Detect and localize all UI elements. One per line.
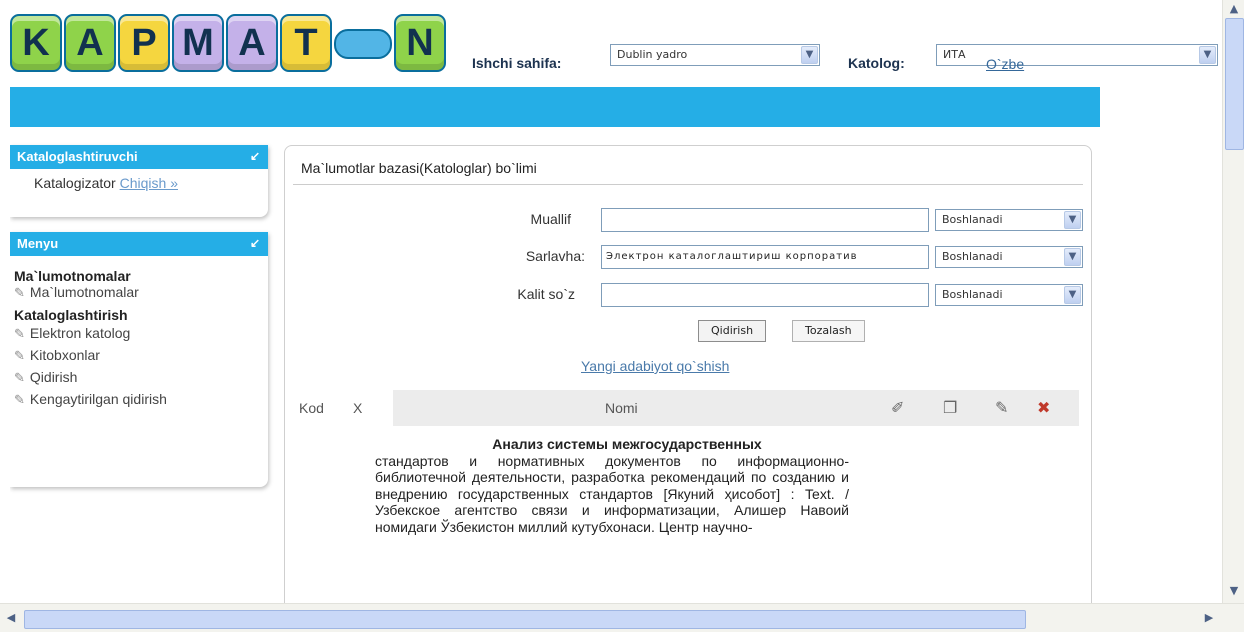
catalog-label: Katolog: [848,55,905,71]
menu-section-heading: Kataloglashtirish [14,307,128,323]
top-nav-bar [10,87,1100,127]
author-label: Muallif [530,211,571,227]
copy-icon[interactable]: ❐ [943,398,957,417]
kapmatn-logo[interactable]: K A P M A T N [10,14,446,74]
title-input[interactable]: Электрон каталоглаштириш корпоратив [601,245,929,269]
col-name-header[interactable]: Nomi [605,400,638,416]
menu-item-label: Elektron katolog [29,325,131,341]
horizontal-scrollbar[interactable]: ◀ ▶ [0,603,1244,632]
collapse-icon[interactable]: ↙ [250,149,260,163]
scroll-up-icon[interactable]: ▲ [1225,0,1243,18]
menu-item-label: Kitobxonlar [29,347,100,363]
logo-letter: M [172,14,224,72]
page-title: Ma`lumotlar bazasi(Katologlar) bo`limi [301,160,537,176]
main-panel: Ma`lumotlar bazasi(Katologlar) bo`limi M… [284,145,1092,603]
books-icon: ✎ [14,285,25,300]
menu-item-advanced-search[interactable]: ✎ Kengaytirilgan qidirish [10,391,268,408]
collapse-icon[interactable]: ↙ [250,236,260,250]
search-button[interactable]: Qidirish [698,320,767,342]
books-icon: ✎ [14,370,25,385]
row-title-text: Анализ системы межгосударственных [492,436,762,452]
menu-item-readers[interactable]: ✎ Kitobxonlar [10,347,268,364]
workspace-label: Ishchi sahifa: [472,55,562,71]
row-title-bold: Анализ системы межгосударственных [375,436,849,453]
chevron-down-icon[interactable]: ▼ [1064,286,1081,304]
logo-letter: A [64,14,116,72]
add-new-literature-link[interactable]: Yangi adabiyot qo`shish [581,358,729,374]
logo-letter: K [10,14,62,72]
vertical-scrollbar[interactable]: ▲ ▼ [1222,0,1244,603]
logo-pill-shape [334,29,392,59]
title-match-select[interactable]: Boshlanadi ▼ [935,246,1083,268]
menu-item-electronic-catalog[interactable]: ✎ Elektron katolog [10,325,268,342]
table-row: Анализ системы межгосударственных станда… [375,436,849,535]
horizontal-scroll-thumb[interactable] [24,610,1026,629]
title-divider [293,184,1083,185]
menu-item-reference[interactable]: ✎ Ma`lumotnomalar [10,284,268,301]
author-match-value: Boshlanadi [942,213,1003,226]
books-icon: ✎ [14,326,25,341]
logo-letter: N [394,14,446,72]
keyword-input[interactable] [601,283,929,307]
logo-letter: P [118,14,170,72]
edit-icon[interactable]: ✎ [995,398,1008,417]
books-icon: ✎ [14,348,25,363]
menu-panel-title: Menyu [17,236,59,251]
author-match-select[interactable]: Boshlanadi ▼ [935,209,1083,231]
delete-icon[interactable]: ✖ [1037,398,1050,417]
menu-panel: Menyu ↙ Ma`lumotnomalar ✎ Ma`lumotnomalar… [10,232,268,487]
scroll-down-icon[interactable]: ▼ [1225,582,1243,600]
workspace-select-value: Dublin yadro [617,48,688,61]
menu-item-label: Kengaytirilgan qidirish [29,391,167,407]
results-table-header: Kod X Nomi ✐ ❐ ✎ ✖ [295,390,1079,426]
chevron-down-icon[interactable]: ▼ [801,46,818,64]
author-input[interactable] [601,208,929,232]
row-description: стандартов и нормативных документов по и… [375,452,849,535]
books-icon: ✎ [14,392,25,407]
cataloger-panel: Kataloglashtiruvchi ↙ Katalogizator Chiq… [10,145,268,217]
menu-item-search[interactable]: ✎ Qidirish [10,369,268,386]
chevron-down-icon[interactable]: ▼ [1199,46,1216,64]
title-match-value: Boshlanadi [942,250,1003,263]
workspace-select[interactable]: Dublin yadro ▼ [610,44,820,66]
menu-item-label: Qidirish [29,369,78,385]
clear-button[interactable]: Tozalash [792,320,865,342]
keyword-label: Kalit so`z [517,286,575,302]
col-code-header[interactable]: Kod [299,400,324,416]
language-link[interactable]: O`zbe [986,56,1024,72]
page: K A P M A T N Ishchi sahifa: Dublin yadr… [10,0,1222,603]
menu-panel-header: Menyu ↙ [10,232,268,256]
logout-link[interactable]: Chiqish » [120,175,178,191]
cataloger-panel-header: Kataloglashtiruvchi ↙ [10,145,268,169]
catalog-select[interactable]: ИТА ▼ [936,44,1218,66]
keyword-match-select[interactable]: Boshlanadi ▼ [935,284,1083,306]
keyword-match-value: Boshlanadi [942,288,1003,301]
current-user: Katalogizator [34,175,116,191]
scroll-right-icon[interactable]: ▶ [1200,609,1218,627]
col-x-header[interactable]: X [353,400,362,416]
logo-letter: T [280,14,332,72]
attach-icon[interactable]: ✐ [891,398,904,417]
chevron-down-icon[interactable]: ▼ [1064,248,1081,266]
logo-letter: A [226,14,278,72]
vertical-scroll-thumb[interactable] [1225,18,1244,150]
menu-section-heading: Ma`lumotnomalar [14,268,131,284]
catalog-select-value: ИТА [943,48,966,61]
scroll-left-icon[interactable]: ◀ [2,609,20,627]
menu-item-label: Ma`lumotnomalar [29,284,139,300]
chevron-down-icon[interactable]: ▼ [1064,211,1081,229]
cataloger-panel-title: Kataloglashtiruvchi [17,149,138,164]
title-label: Sarlavha: [525,248,585,264]
